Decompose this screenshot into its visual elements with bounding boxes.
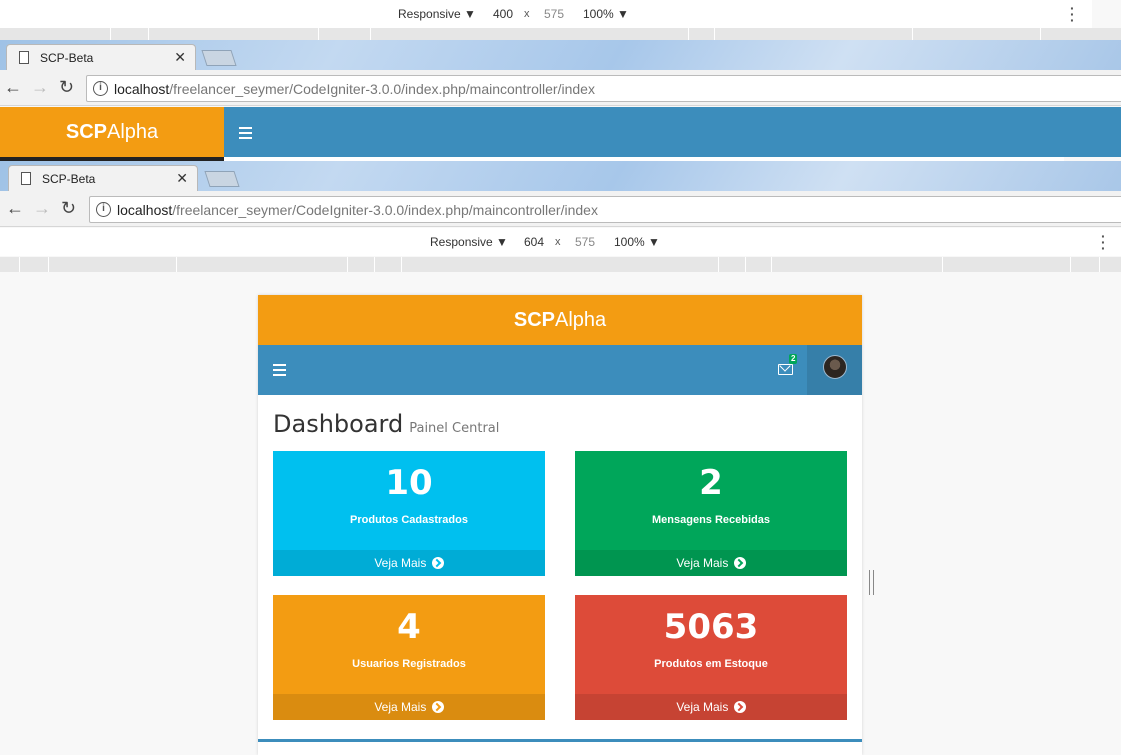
more-info-link[interactable]: Veja Mais (273, 550, 545, 576)
reload-icon[interactable]: ↻ (59, 78, 74, 96)
close-tab-icon[interactable]: ✕ (176, 170, 188, 187)
device-preset-label: Responsive (398, 7, 461, 21)
user-menu[interactable] (807, 345, 862, 395)
page-icon (19, 51, 29, 64)
new-tab-button[interactable] (204, 171, 240, 187)
url-text: localhost/freelancer_seymer/CodeIgniter-… (117, 202, 598, 218)
logo[interactable]: SCPAlpha (258, 295, 862, 345)
ruler-top (0, 28, 1121, 40)
arrow-circle-right-icon (733, 557, 746, 569)
url-host: localhost (117, 202, 173, 218)
device-width-input[interactable]: 400 (482, 7, 524, 21)
tab-title: SCP-Beta (40, 51, 94, 65)
logo-top-preview[interactable]: SCPAlpha (0, 107, 224, 157)
more-info-label: Veja Mais (374, 700, 427, 714)
page-icon (21, 172, 31, 185)
more-info-link[interactable]: Veja Mais (575, 550, 847, 576)
dimension-x-separator: x (524, 8, 530, 20)
app-viewport: SCPAlpha 2 Dashboard Painel Central 10 Pr… (258, 295, 862, 755)
device-preset-label: Responsive (430, 235, 493, 249)
dimension-x-separator: x (555, 236, 561, 248)
device-toolbar-top: Responsive ▼ 400 x 575 100% ▼ · · · (0, 0, 1092, 28)
zoom-label: 100% (614, 235, 645, 249)
forward-arrow-icon[interactable]: → (33, 199, 51, 217)
page-subtitle: Painel Central (409, 421, 500, 436)
stat-label: Mensagens Recebidas (652, 514, 770, 526)
url-path: /freelancer_seymer/CodeIgniter-3.0.0/ind… (172, 202, 598, 218)
zoom-dropdown[interactable]: 100% ▼ (583, 7, 629, 21)
navbar-top-preview (224, 107, 1121, 157)
more-info-link[interactable]: Veja Mais (575, 694, 847, 720)
url-text: localhost/freelancer_seymer/CodeIgniter-… (114, 81, 595, 97)
stat-label: Produtos em Estoque (654, 658, 768, 670)
navbar: 2 (258, 345, 862, 395)
viewport-resize-handle[interactable] (869, 570, 874, 595)
stat-value: 2 (699, 463, 723, 503)
box-top-border (258, 739, 862, 742)
more-info-label: Veja Mais (374, 556, 427, 570)
logo-bold-text: SCP (513, 309, 555, 331)
arrow-circle-right-icon (431, 701, 444, 713)
stat-value: 5063 (663, 607, 759, 647)
arrow-circle-right-icon (431, 557, 444, 569)
more-options-icon[interactable]: · · · (1070, 1, 1075, 27)
reload-icon[interactable]: ↻ (61, 199, 76, 217)
stat-box-produtos: 10 Produtos Cadastrados Veja Mais (273, 451, 545, 576)
logo-light-text: Alpha (554, 309, 607, 331)
url-bar[interactable]: i localhost/freelancer_seymer/CodeIgnite… (86, 75, 1121, 102)
back-arrow-icon[interactable]: ← (4, 78, 22, 96)
more-info-label: Veja Mais (676, 556, 729, 570)
more-options-icon[interactable]: · · · (1101, 229, 1106, 255)
stat-label: Produtos Cadastrados (350, 514, 468, 526)
zoom-label: 100% (583, 7, 614, 21)
device-toolbar-bottom: Responsive ▼ 604 x 575 100% ▼ · · · (0, 228, 1121, 256)
more-info-link[interactable]: Veja Mais (273, 694, 545, 720)
menu-toggle-icon[interactable] (273, 364, 286, 379)
info-icon[interactable]: i (96, 202, 111, 217)
info-icon[interactable]: i (93, 81, 108, 96)
browser-tab[interactable]: SCP-Beta ✕ (8, 165, 198, 191)
tab-title: SCP-Beta (42, 172, 96, 186)
address-bar-row-bottom: ← → ↻ i localhost/freelancer_seymer/Code… (0, 191, 1121, 227)
stat-box-mensagens: 2 Mensagens Recebidas Veja Mais (575, 451, 847, 576)
stat-value: 4 (397, 607, 421, 647)
close-tab-icon[interactable]: ✕ (174, 49, 186, 66)
logo-bold-text: SCP (65, 121, 107, 143)
device-height-input[interactable]: 575 (533, 7, 575, 21)
stat-label: Usuarios Registrados (352, 658, 466, 670)
url-path: /freelancer_seymer/CodeIgniter-3.0.0/ind… (169, 81, 595, 97)
new-tab-button[interactable] (201, 50, 237, 66)
url-host: localhost (114, 81, 170, 97)
ruler-bottom (0, 257, 1121, 272)
logo-light-text: Alpha (106, 121, 159, 143)
messages-badge: 2 (789, 354, 798, 364)
forward-arrow-icon[interactable]: → (31, 78, 49, 96)
arrow-circle-right-icon (733, 701, 746, 713)
envelope-icon[interactable] (778, 364, 793, 375)
device-width-input[interactable]: 604 (513, 235, 555, 249)
url-bar[interactable]: i localhost/freelancer_seymer/CodeIgnite… (89, 196, 1121, 223)
stat-box-usuarios: 4 Usuarios Registrados Veja Mais (273, 595, 545, 720)
back-arrow-icon[interactable]: ← (6, 199, 24, 217)
avatar[interactable] (823, 355, 847, 379)
page-title: Dashboard (273, 410, 404, 438)
address-bar-row-top: ← → ↻ i localhost/freelancer_seymer/Code… (0, 70, 1121, 106)
device-preset-dropdown[interactable]: Responsive ▼ (430, 235, 508, 249)
menu-toggle-icon[interactable] (239, 127, 252, 142)
more-info-label: Veja Mais (676, 700, 729, 714)
content-header: Dashboard Painel Central (273, 410, 499, 438)
stat-box-estoque: 5063 Produtos em Estoque Veja Mais (575, 595, 847, 720)
tab-strip-top: SCP-Beta ✕ (0, 40, 1121, 70)
device-preset-dropdown[interactable]: Responsive ▼ (398, 7, 476, 21)
device-height-input[interactable]: 575 (564, 235, 606, 249)
zoom-dropdown[interactable]: 100% ▼ (614, 235, 660, 249)
browser-tab[interactable]: SCP-Beta ✕ (6, 44, 196, 70)
stat-value: 10 (385, 463, 433, 503)
tab-strip-bottom: SCP-Beta ✕ (0, 161, 1121, 191)
